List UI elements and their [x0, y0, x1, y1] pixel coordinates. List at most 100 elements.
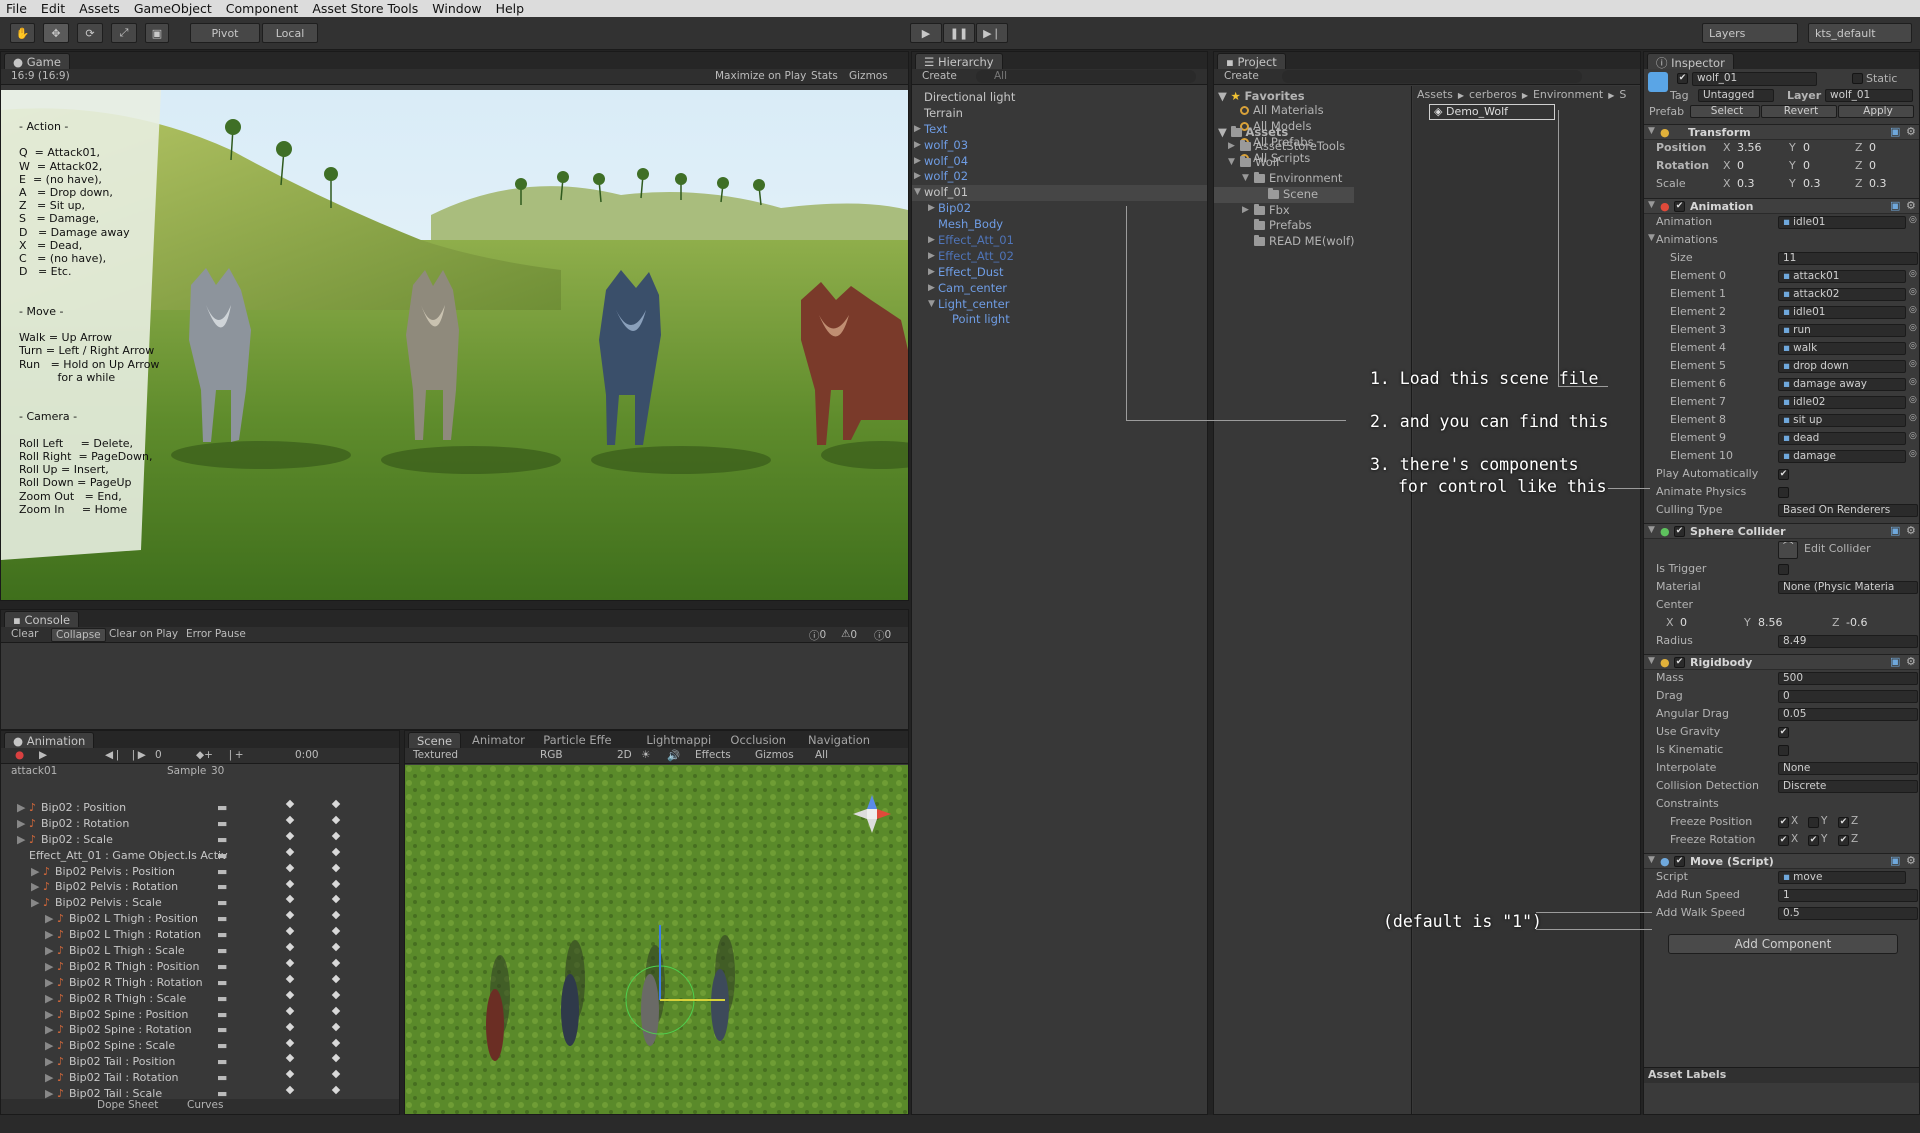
project-folder[interactable]: READ ME(wolf)	[1218, 234, 1354, 250]
animation-track[interactable]: ▶ ♪ Bip02 : Position ▬	[1, 801, 235, 817]
animation-track[interactable]: ▶ ♪ Bip02 Spine : Rotation ▬	[1, 1023, 235, 1039]
animation-track[interactable]: ▶ ♪ Bip02 Tail : Rotation ▬	[1, 1071, 235, 1087]
tab-inspector[interactable]: ⓘ Inspector	[1647, 53, 1734, 70]
scene-wolf-blue[interactable]	[561, 974, 579, 1046]
component-enabled-checkbox[interactable]: ✔	[1674, 201, 1685, 212]
aspect-dropdown[interactable]: 16:9 (16:9)	[11, 70, 70, 82]
tab-project[interactable]: ▪ Project	[1217, 53, 1286, 69]
hierarchy-item[interactable]: ▶ Effect_Att_01	[912, 233, 1207, 249]
foldout-arrow-icon[interactable]: ▼	[1648, 200, 1655, 210]
object-picker-icon[interactable]: ◎	[1909, 431, 1917, 441]
tab-animation[interactable]: ● Animation	[4, 732, 95, 748]
script-field[interactable]: ▪ move	[1778, 871, 1906, 884]
hierarchy-item[interactable]: Mesh_Body	[912, 217, 1207, 233]
animation-track[interactable]: ▶ ♪ Bip02 Spine : Position ▬	[1, 1008, 235, 1024]
object-name-field[interactable]: wolf_01	[1692, 72, 1817, 86]
add-keyframe-button[interactable]: ◆+	[196, 749, 213, 761]
dopesheet-keys[interactable]	[251, 781, 381, 1111]
object-picker-icon[interactable]: ◎	[1909, 449, 1917, 459]
track-menu-icon[interactable]: ▬	[217, 896, 227, 909]
animation-track[interactable]: ▶ ♪ Bip02 Pelvis : Position ▬	[1, 865, 235, 881]
component-header[interactable]: ▼ ● ✔ Move (Script) ▣ ⚙	[1644, 853, 1919, 869]
track-menu-icon[interactable]: ▬	[217, 817, 227, 830]
hierarchy-item[interactable]: Point light	[912, 312, 1207, 328]
keyframe[interactable]	[285, 911, 295, 920]
hierarchy-item[interactable]: ▶ Effect_Att_02	[912, 249, 1207, 265]
scene-search[interactable]: All	[815, 749, 828, 761]
default-animation-field[interactable]: ▪ idle01	[1778, 216, 1906, 229]
animation-track[interactable]: ▶ ♪ Bip02 Pelvis : Scale ▬	[1, 896, 235, 912]
keyframe[interactable]	[331, 879, 341, 888]
layout-dropdown[interactable]: kts_default	[1808, 23, 1912, 43]
hierarchy-item[interactable]: ▶ Text	[912, 122, 1207, 138]
curves-tab[interactable]: Curves	[187, 1099, 223, 1111]
track-menu-icon[interactable]: ▬	[217, 1008, 227, 1021]
keyframe[interactable]	[285, 990, 295, 1000]
track-menu-icon[interactable]: ▬	[217, 880, 227, 893]
track-expand-arrow[interactable]: ▶	[17, 801, 25, 814]
hierarchy-item[interactable]: ▼ wolf_01	[912, 185, 1207, 202]
prefab-revert-button[interactable]: Revert	[1761, 105, 1837, 118]
track-menu-icon[interactable]: ▬	[217, 1071, 227, 1084]
object-picker-icon[interactable]: ◎	[1909, 323, 1917, 333]
track-expand-arrow[interactable]: ▶	[31, 865, 39, 878]
animation-element-field[interactable]: ▪ idle01	[1778, 306, 1906, 319]
menu-asset-store-tools[interactable]: Asset Store Tools	[312, 1, 418, 16]
keyframe[interactable]	[285, 926, 295, 936]
keyframe[interactable]	[331, 847, 341, 856]
console-clear-on-play-toggle[interactable]: Clear on Play	[109, 628, 178, 640]
keyframe[interactable]	[285, 879, 295, 888]
hierarchy-item[interactable]: ▶ wolf_04	[912, 154, 1207, 170]
assets-header[interactable]: ▼ Assets	[1218, 126, 1354, 139]
draw-mode-dropdown[interactable]: Textured	[413, 749, 458, 761]
interpolate-dropdown[interactable]: None	[1778, 762, 1918, 775]
keyframe[interactable]	[331, 1070, 341, 1079]
radius-field[interactable]: 8.49	[1778, 635, 1918, 648]
menu-file[interactable]: File	[6, 1, 27, 16]
active-checkbox[interactable]: ✔	[1677, 73, 1688, 84]
animate-physics-checkbox[interactable]	[1778, 487, 1789, 498]
component-enabled-checkbox[interactable]: ✔	[1674, 526, 1685, 537]
keyframe[interactable]	[331, 799, 341, 809]
expand-arrow-icon[interactable]: ▶	[914, 169, 921, 185]
menu-help[interactable]: Help	[496, 1, 525, 16]
keyframe[interactable]	[285, 895, 295, 904]
expand-arrow-icon[interactable]: ▶	[928, 233, 935, 249]
object-picker-icon[interactable]: ◎	[1909, 359, 1917, 369]
foldout-arrow-icon[interactable]: ▼	[1648, 233, 1655, 243]
object-picker-icon[interactable]: ◎	[1909, 377, 1917, 387]
foldout-arrow-icon[interactable]: ▼	[1648, 855, 1655, 865]
expand-arrow-icon[interactable]: ▶	[928, 201, 935, 217]
hierarchy-create-button[interactable]: Create	[922, 70, 957, 82]
track-menu-icon[interactable]: ▬	[217, 833, 227, 846]
console-clear-button[interactable]: Clear	[11, 628, 38, 640]
expand-arrow-icon[interactable]: ▼	[1242, 171, 1249, 187]
console-collapse-toggle[interactable]: Collapse	[51, 628, 106, 642]
track-menu-icon[interactable]: ▬	[217, 928, 227, 941]
component-enabled-checkbox[interactable]: ✔	[1674, 657, 1685, 668]
hierarchy-item[interactable]: Directional light	[912, 90, 1207, 106]
animation-element-field[interactable]: ▪ walk	[1778, 342, 1906, 355]
physic-material-field[interactable]: None (Physic Materia	[1778, 581, 1918, 594]
culling-type-dropdown[interactable]: Based On Renderers	[1778, 504, 1918, 517]
expand-arrow-icon[interactable]: ▼	[914, 185, 921, 201]
use-gravity-checkbox[interactable]: ✔	[1778, 727, 1789, 738]
axis-field[interactable]: 3.56	[1737, 141, 1762, 154]
frame-field[interactable]: 0	[155, 749, 162, 761]
component-header[interactable]: ▼ ● ✔ Animation ▣ ⚙	[1644, 198, 1919, 214]
foldout-arrow-icon[interactable]: ▼	[1648, 525, 1655, 535]
track-expand-arrow[interactable]: ▶	[45, 992, 53, 1005]
project-folder[interactable]: Scene	[1214, 186, 1355, 203]
menu-assets[interactable]: Assets	[79, 1, 120, 16]
collision-detection-dropdown[interactable]: Discrete	[1778, 780, 1918, 793]
freeze-x-checkbox[interactable]: ✔	[1778, 835, 1789, 846]
asset-labels-header[interactable]: Asset Labels	[1644, 1067, 1919, 1083]
keyframe[interactable]	[331, 958, 341, 968]
game-view[interactable]: - Action - Q = Attack01, W = Attack02, E…	[1, 90, 908, 600]
help-icon[interactable]: ▣	[1890, 125, 1900, 138]
track-expand-arrow[interactable]: ▶	[45, 960, 53, 973]
freeze-z-checkbox[interactable]: ✔	[1838, 835, 1849, 846]
animation-element-field[interactable]: ▪ damage	[1778, 450, 1906, 463]
freeze-y-checkbox[interactable]	[1808, 817, 1819, 828]
project-folder[interactable]: Prefabs	[1218, 218, 1354, 234]
